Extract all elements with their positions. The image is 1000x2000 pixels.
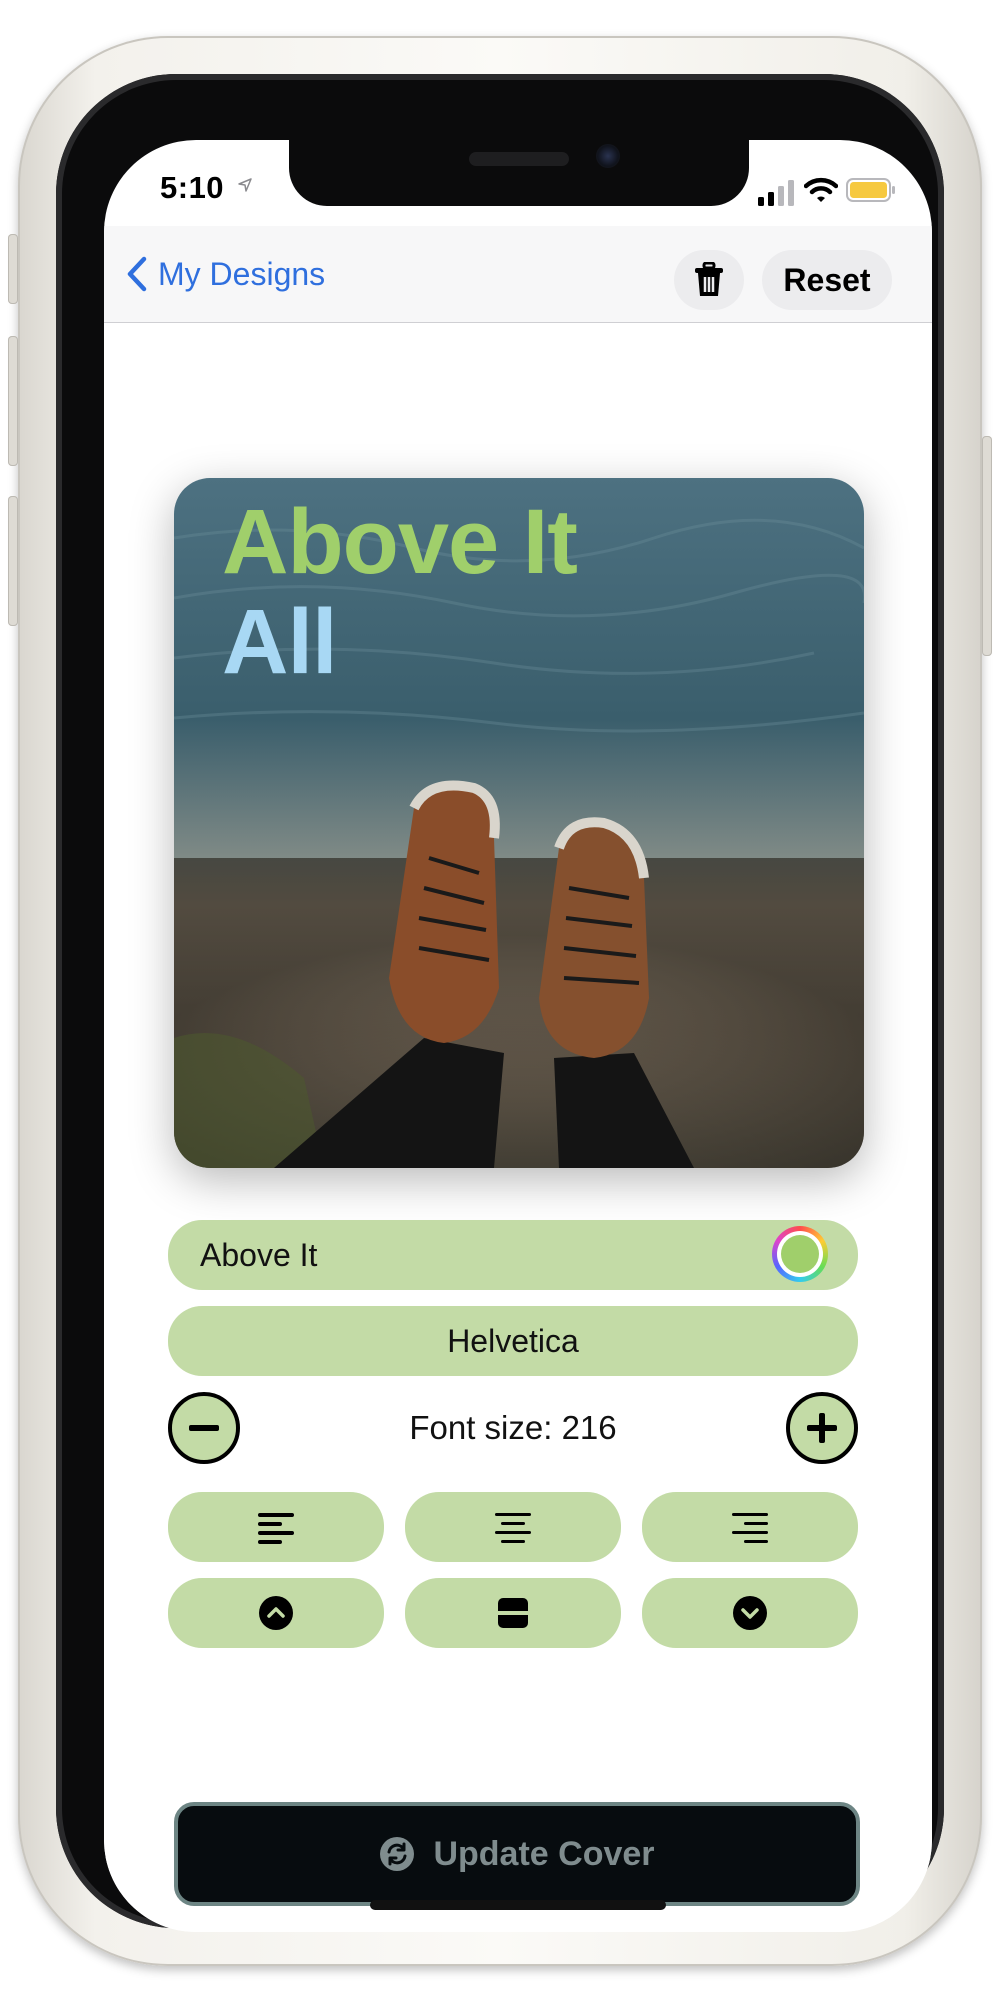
camera: [596, 144, 620, 168]
editor-content: Above It All Above It Helvetica Font siz…: [104, 324, 932, 1932]
cellular-signal-icon: [758, 180, 794, 206]
screen: 5:10 My Designs Reset Above It All Above…: [104, 140, 932, 1932]
volume-down-button: [8, 496, 18, 626]
home-indicator[interactable]: [370, 1900, 666, 1910]
align-left-icon: [258, 1513, 294, 1544]
cover-title: Above It All: [222, 491, 578, 693]
color-picker-button[interactable]: [772, 1226, 828, 1282]
power-button: [982, 436, 992, 656]
position-middle-button[interactable]: [405, 1578, 621, 1648]
plus-icon: [807, 1413, 837, 1443]
increase-font-size-button[interactable]: [786, 1392, 858, 1464]
text-input[interactable]: Above It: [168, 1220, 858, 1290]
font-size-stepper: Font size: 216: [168, 1392, 858, 1464]
reset-button[interactable]: Reset: [762, 250, 892, 310]
speaker: [469, 152, 569, 166]
action-button: [8, 234, 18, 304]
position-bottom-button[interactable]: [642, 1578, 858, 1648]
cover-title-line-1: Above It: [222, 491, 578, 593]
location-arrow-icon: [238, 178, 252, 192]
status-time: 5:10: [160, 170, 225, 205]
selected-color-swatch: [781, 1235, 819, 1273]
back-label: My Designs: [158, 255, 326, 292]
font-picker[interactable]: Helvetica: [168, 1306, 858, 1376]
notch: [289, 140, 749, 206]
cover-title-line-2: All: [222, 591, 338, 693]
chevron-up-circle-icon: [259, 1596, 293, 1630]
update-cover-button[interactable]: Update Cover: [174, 1802, 860, 1906]
cover-preview: Above It All: [174, 478, 864, 1168]
align-left-button[interactable]: [168, 1492, 384, 1562]
chevron-down-circle-icon: [733, 1596, 767, 1630]
align-right-icon: [732, 1513, 768, 1543]
chevron-left-icon: [127, 256, 147, 292]
font-size-label: Font size: 216: [409, 1409, 617, 1446]
align-center-button[interactable]: [405, 1492, 621, 1562]
battery-icon: [846, 178, 895, 202]
back-button[interactable]: My Designs: [126, 226, 325, 322]
trash-icon: [695, 262, 723, 296]
refresh-circle-icon: [380, 1837, 415, 1871]
align-middle-icon: [498, 1598, 528, 1628]
align-right-button[interactable]: [642, 1492, 858, 1562]
volume-up-button: [8, 336, 18, 466]
update-cover-label: Update Cover: [433, 1834, 655, 1873]
phone-frame: 5:10 My Designs Reset Above It All Above…: [8, 36, 992, 1966]
delete-button[interactable]: [674, 250, 744, 310]
navigation-bar: My Designs Reset: [104, 226, 932, 323]
align-center-icon: [495, 1513, 531, 1543]
position-top-button[interactable]: [168, 1578, 384, 1648]
text-input-value: Above It: [200, 1237, 318, 1273]
wifi-icon: [804, 177, 838, 202]
